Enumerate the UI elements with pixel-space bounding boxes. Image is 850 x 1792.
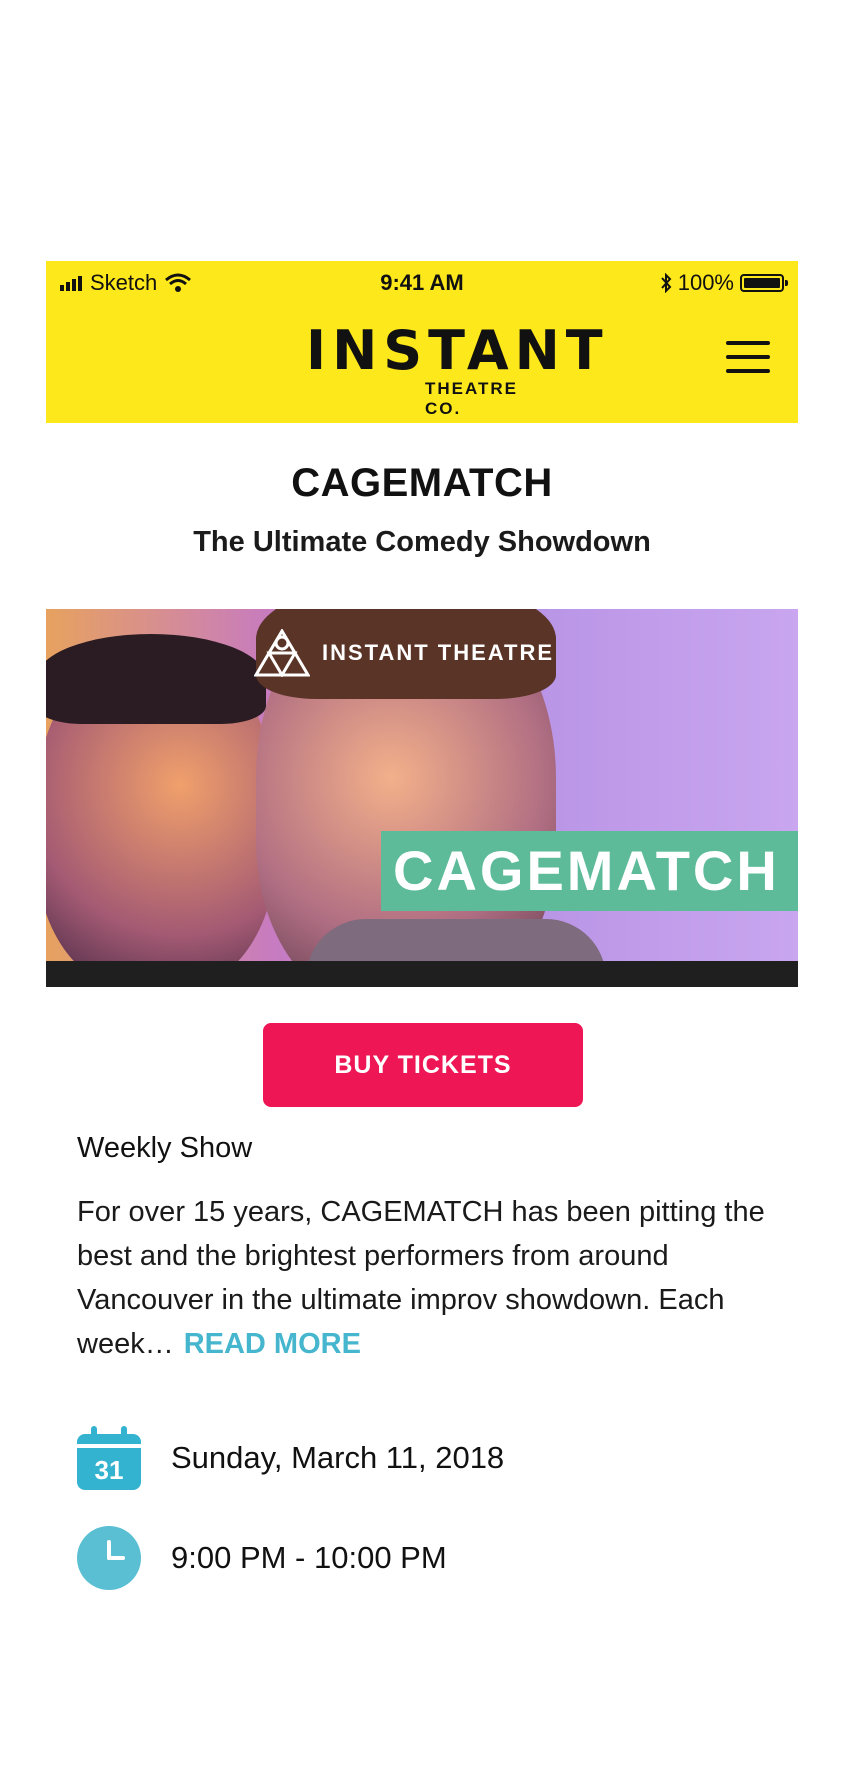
- hero-bottom-bar: [46, 961, 798, 987]
- instant-theatre-mark-icon: [254, 629, 310, 677]
- description-text: For over 15 years, CAGEMATCH has been pi…: [77, 1196, 765, 1360]
- event-hero-image: INSTANT THEATRE CAGEMATCH: [46, 609, 798, 987]
- event-description: For over 15 years, CAGEMATCH has been pi…: [77, 1190, 777, 1366]
- battery-icon: [740, 274, 788, 292]
- event-type: Weekly Show: [77, 1132, 253, 1164]
- calendar-day: 31: [94, 1455, 124, 1485]
- menu-icon[interactable]: [726, 341, 770, 375]
- hero-brand-label: INSTANT THEATRE: [322, 640, 555, 665]
- event-subtitle: The Ultimate Comedy Showdown: [193, 526, 651, 558]
- bluetooth-icon: [660, 273, 672, 293]
- clock-icon: [77, 1526, 141, 1590]
- read-more-link[interactable]: READ MORE: [184, 1328, 361, 1360]
- battery-percent: 100%: [677, 270, 734, 295]
- hero-show-tag: CAGEMATCH: [381, 831, 798, 911]
- performer-left-hair: [46, 634, 266, 724]
- logo-subtitle: THEATRE CO.: [425, 379, 519, 418]
- phone-screen: Sketch 9:41 AM 100% INSTANT THEATRE CO.: [46, 261, 798, 1590]
- buy-tickets-button[interactable]: BUY TICKETS: [263, 1023, 583, 1107]
- date-row: 31 Sunday, March 11, 2018: [77, 1426, 504, 1490]
- event-date: Sunday, March 11, 2018: [171, 1440, 505, 1475]
- instant-theatre-logo[interactable]: INSTANT THEATRE CO.: [306, 319, 609, 419]
- event-title: CAGEMATCH: [291, 461, 553, 505]
- status-bar: Sketch 9:41 AM 100%: [46, 261, 798, 305]
- logo-wordmark: INSTANT: [306, 319, 609, 382]
- header-bar: Sketch 9:41 AM 100% INSTANT THEATRE CO.: [46, 261, 798, 423]
- event-time: 9:00 PM - 10:00 PM: [171, 1540, 447, 1575]
- hero-brand: INSTANT THEATRE: [254, 629, 554, 677]
- time-row: 9:00 PM - 10:00 PM: [77, 1526, 447, 1590]
- status-right: 100%: [660, 270, 788, 296]
- calendar-icon: 31: [77, 1426, 141, 1490]
